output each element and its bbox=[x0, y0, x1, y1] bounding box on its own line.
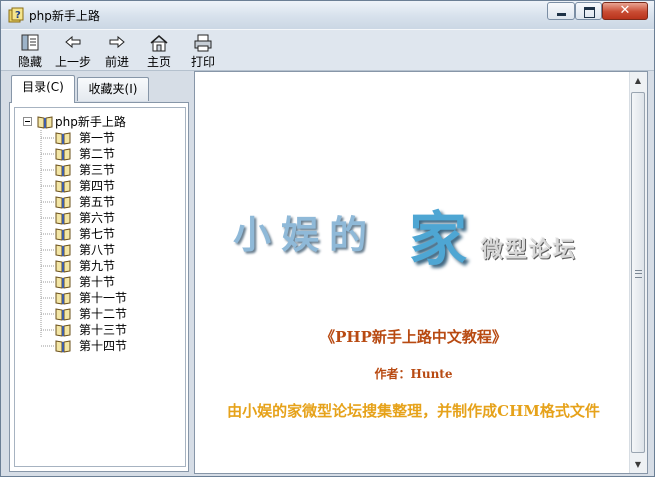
scroll-down-button[interactable]: ▼ bbox=[630, 456, 646, 473]
scroll-thumb[interactable] bbox=[631, 92, 645, 453]
back-label: 上一步 bbox=[54, 55, 91, 69]
window-title: php新手上路 bbox=[29, 9, 100, 23]
topic-page-icon bbox=[55, 292, 71, 305]
forward-label: 前进 bbox=[104, 55, 129, 69]
close-icon: ✕ bbox=[619, 3, 631, 18]
hide-label: 隐藏 bbox=[17, 55, 42, 69]
back-arrow-icon bbox=[65, 35, 81, 49]
tree-item-label: 第七节 bbox=[79, 227, 116, 241]
document-description: 由小娱的家微型论坛搜集整理，并制作成CHM格式文件 bbox=[227, 402, 600, 420]
topic-page-icon bbox=[55, 276, 71, 289]
home-button[interactable]: 主页 bbox=[142, 32, 176, 69]
navigation-pane: 目录(C) 收藏夹(I) php新手上路 第一节 第二节 第三节 第四节 第五节… bbox=[5, 71, 189, 474]
home-label: 主页 bbox=[146, 55, 171, 69]
tree-item-label: 第五节 bbox=[79, 195, 116, 209]
content-pane: 小娱的 家 微型论坛 《PHP新手上路中文教程》 作者：Hunte 由小娱的家微… bbox=[194, 71, 648, 474]
tree-item-label: 第十节 bbox=[79, 275, 116, 289]
topic-page-icon bbox=[55, 132, 71, 145]
minimize-icon bbox=[557, 13, 566, 16]
toolbar: 隐藏 上一步 前进 主页 打印 bbox=[1, 29, 654, 71]
tree-item-label: 第八节 bbox=[79, 243, 116, 257]
topic-page-icon bbox=[55, 148, 71, 161]
tree-item-label: 第九节 bbox=[79, 259, 116, 273]
topic-page-icon bbox=[55, 244, 71, 257]
print-button[interactable]: 打印 bbox=[186, 32, 220, 69]
tree-item-label: 第十一节 bbox=[79, 291, 128, 305]
topic-page-icon bbox=[55, 164, 71, 177]
topic-page-icon bbox=[55, 260, 71, 273]
minimize-button[interactable] bbox=[547, 2, 575, 20]
document-author: 作者：Hunte bbox=[374, 367, 453, 381]
hide-pane-icon bbox=[21, 34, 39, 51]
tree-item-label: 第一节 bbox=[79, 131, 116, 145]
svg-text:?: ? bbox=[15, 10, 21, 21]
tree-item-label: 第三节 bbox=[79, 163, 116, 177]
maximize-icon bbox=[584, 7, 595, 18]
vertical-scrollbar[interactable]: ▲ ▼ bbox=[629, 72, 647, 473]
collapse-toggle[interactable] bbox=[23, 117, 32, 126]
grip-icon bbox=[635, 269, 642, 278]
help-window: ? php新手上路 ✕ 隐藏 上一步 前进 主页 打印 目录(C) 收藏夹(I)… bbox=[0, 0, 655, 477]
forward-button[interactable]: 前进 bbox=[99, 32, 135, 69]
topic-page-icon bbox=[55, 180, 71, 193]
logo-main-text: 小娱的 bbox=[233, 212, 378, 257]
print-label: 打印 bbox=[190, 55, 215, 69]
close-button[interactable]: ✕ bbox=[602, 2, 648, 20]
forward-arrow-icon bbox=[109, 35, 125, 49]
topic-page-icon bbox=[55, 228, 71, 241]
site-logo: 小娱的 家 微型论坛 bbox=[233, 200, 595, 273]
tree-root-label: php新手上路 bbox=[55, 115, 126, 129]
help-file-icon: ? bbox=[8, 7, 24, 23]
tree-item-label: 第十二节 bbox=[79, 307, 128, 321]
home-icon bbox=[150, 35, 168, 52]
hide-button[interactable]: 隐藏 bbox=[13, 32, 47, 69]
tree-item-label: 第二节 bbox=[79, 147, 116, 161]
tree-item-label: 第四节 bbox=[79, 179, 116, 193]
topic-page-icon bbox=[55, 308, 71, 321]
tree-item-label: 第六节 bbox=[79, 211, 116, 225]
tree-item-label: 第十三节 bbox=[79, 323, 128, 337]
topic-page-icon bbox=[55, 196, 71, 209]
tab-favorites[interactable]: 收藏夹(I) bbox=[77, 77, 149, 101]
contents-tree[interactable]: php新手上路 第一节第二节第三节第四节第五节第六节第七节第八节第九节第十节第十… bbox=[14, 107, 186, 467]
printer-icon bbox=[194, 34, 212, 52]
contents-panel: php新手上路 第一节第二节第三节第四节第五节第六节第七节第八节第九节第十节第十… bbox=[9, 102, 189, 472]
tree-item-label: 第十四节 bbox=[79, 339, 128, 353]
topic-page-icon bbox=[55, 340, 71, 353]
title-bar[interactable]: ? php新手上路 ✕ bbox=[1, 1, 654, 29]
logo-sub-text: 微型论坛 bbox=[481, 238, 578, 263]
topic-page-icon bbox=[55, 212, 71, 225]
logo-emphasis-text: 家 bbox=[409, 205, 468, 273]
open-book-icon bbox=[37, 116, 53, 129]
document-title: 《PHP新手上路中文教程》 bbox=[320, 328, 507, 346]
topic-page-icon bbox=[55, 324, 71, 337]
maximize-button[interactable] bbox=[575, 2, 602, 20]
back-button[interactable]: 上一步 bbox=[53, 32, 93, 69]
tab-contents[interactable]: 目录(C) bbox=[11, 75, 75, 103]
scroll-up-button[interactable]: ▲ bbox=[630, 72, 646, 89]
